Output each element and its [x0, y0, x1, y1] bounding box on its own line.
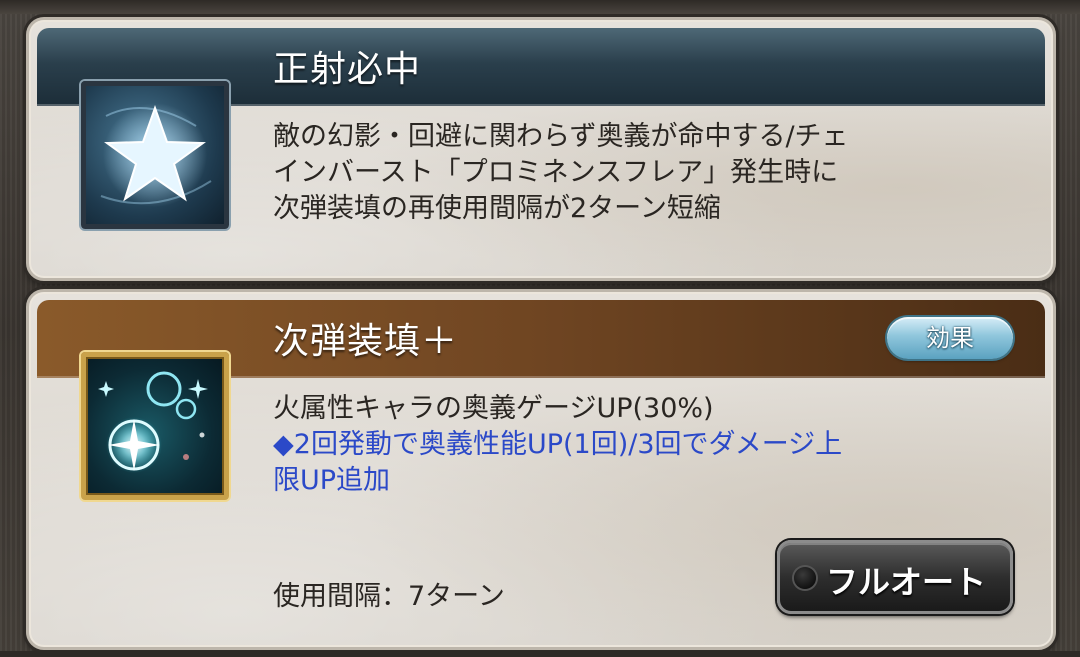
- skill-description-2: 火属性キャラの奥義ゲージUP(30%) ◆2回発動で奥義性能UP(1回)/3回で…: [273, 391, 1013, 499]
- skill-description-1: 敵の幻影・回避に関わらず奥義が命中する/チェ インバースト「プロミネンスフレア」…: [273, 119, 1013, 227]
- skill-panel-2: 次弾装填＋ 効果 火属性キャラの奥義ゲージUP(30%) ◆2回発動で奥義性能U…: [26, 289, 1056, 650]
- cooldown-text: 使用間隔：7ターン: [273, 581, 505, 612]
- sparkle-orbs-icon: [81, 352, 229, 500]
- background-strip: [0, 0, 1080, 14]
- extra-effect-line: 限UP追加: [273, 465, 391, 496]
- star-icon: [81, 81, 229, 229]
- description-line: インバースト「プロミネンスフレア」発生時に: [273, 157, 839, 188]
- skill-name-2: 次弾装填＋: [273, 321, 459, 362]
- star-icon-graphic: [100, 103, 212, 207]
- description-line: 次弾装填の再使用間隔が2ターン短縮: [273, 193, 721, 224]
- sparkle-orbs-graphic: [98, 371, 208, 473]
- skill-panel-1: 正射必中 敵の幻影・回避に関わらず奥義が命中する/チェ インバースト「プロミネン…: [26, 17, 1056, 281]
- description-line: 火属性キャラの奥義ゲージUP(30%): [273, 393, 714, 424]
- background-strip-bottom: [0, 651, 1080, 657]
- toggle-indicator-icon: [794, 567, 816, 589]
- effect-button[interactable]: 効果: [887, 317, 1013, 359]
- description-line: 敵の幻影・回避に関わらず奥義が命中する/チェ: [273, 121, 849, 152]
- full-auto-button[interactable]: フルオート: [777, 540, 1013, 614]
- skill-name-1: 正射必中: [273, 49, 422, 90]
- full-auto-label: フルオート: [826, 563, 987, 601]
- extra-effect-line: ◆2回発動で奥義性能UP(1回)/3回でダメージ上: [273, 429, 843, 460]
